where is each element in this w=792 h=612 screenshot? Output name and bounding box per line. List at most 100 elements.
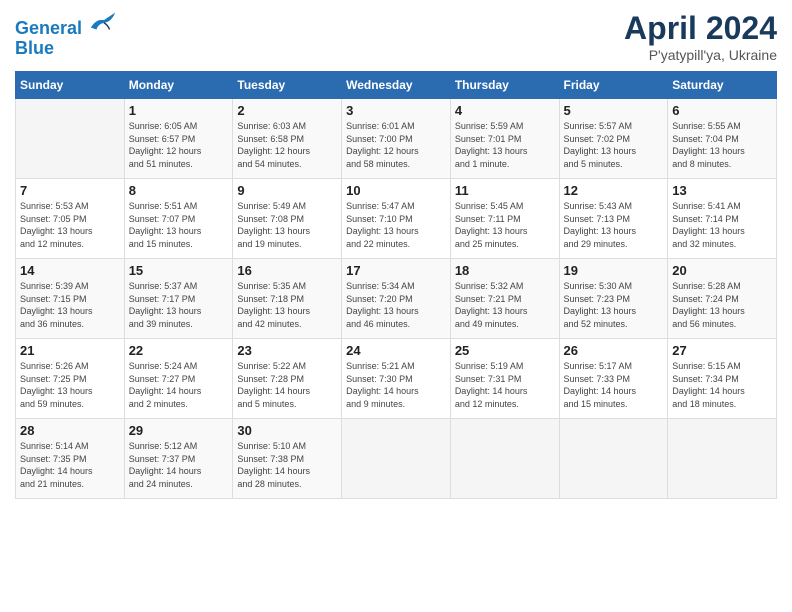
- day-number: 14: [20, 263, 120, 278]
- day-info: Sunrise: 5:32 AM Sunset: 7:21 PM Dayligh…: [455, 280, 555, 330]
- day-number: 29: [129, 423, 229, 438]
- day-cell: 3 Sunrise: 6:01 AM Sunset: 7:00 PM Daylig…: [342, 99, 451, 179]
- day-number: 25: [455, 343, 555, 358]
- day-cell: 9 Sunrise: 5:49 AM Sunset: 7:08 PM Daylig…: [233, 179, 342, 259]
- day-info: Sunrise: 5:57 AM Sunset: 7:02 PM Dayligh…: [564, 120, 664, 170]
- main-title: April 2024: [624, 10, 777, 47]
- day-cell: [450, 419, 559, 499]
- day-number: 12: [564, 183, 664, 198]
- day-number: 20: [672, 263, 772, 278]
- day-cell: 8 Sunrise: 5:51 AM Sunset: 7:07 PM Daylig…: [124, 179, 233, 259]
- week-row-2: 7Sunrise: 5:53 AM Sunset: 7:05 PM Daylig…: [16, 179, 777, 259]
- day-cell: 17 Sunrise: 5:34 AM Sunset: 7:20 PM Dayli…: [342, 259, 451, 339]
- day-number: 4: [455, 103, 555, 118]
- day-info: Sunrise: 5:15 AM Sunset: 7:34 PM Dayligh…: [672, 360, 772, 410]
- day-number: 27: [672, 343, 772, 358]
- day-number: 3: [346, 103, 446, 118]
- calendar-header-row: SundayMondayTuesdayWednesdayThursdayFrid…: [16, 72, 777, 99]
- day-info: Sunrise: 5:28 AM Sunset: 7:24 PM Dayligh…: [672, 280, 772, 330]
- day-cell: 18 Sunrise: 5:32 AM Sunset: 7:21 PM Dayli…: [450, 259, 559, 339]
- col-header-tuesday: Tuesday: [233, 72, 342, 99]
- day-info: Sunrise: 5:49 AM Sunset: 7:08 PM Dayligh…: [237, 200, 337, 250]
- day-cell: 16 Sunrise: 5:35 AM Sunset: 7:18 PM Dayli…: [233, 259, 342, 339]
- day-number: 26: [564, 343, 664, 358]
- day-info: Sunrise: 6:05 AM Sunset: 6:57 PM Dayligh…: [129, 120, 229, 170]
- day-cell: 22 Sunrise: 5:24 AM Sunset: 7:27 PM Dayli…: [124, 339, 233, 419]
- day-cell: 19 Sunrise: 5:30 AM Sunset: 7:23 PM Dayli…: [559, 259, 668, 339]
- day-cell: 28Sunrise: 5:14 AM Sunset: 7:35 PM Dayli…: [16, 419, 125, 499]
- day-number: 10: [346, 183, 446, 198]
- day-cell: 14 Sunrise: 5:39 AM Sunset: 7:15 PM Dayli…: [16, 259, 125, 339]
- day-info: Sunrise: 5:26 AM Sunset: 7:25 PM Dayligh…: [20, 360, 120, 410]
- day-info: Sunrise: 5:35 AM Sunset: 7:18 PM Dayligh…: [237, 280, 337, 330]
- day-cell: 7Sunrise: 5:53 AM Sunset: 7:05 PM Daylig…: [16, 179, 125, 259]
- logo-bird-icon: [89, 10, 117, 34]
- col-header-wednesday: Wednesday: [342, 72, 451, 99]
- day-number: 24: [346, 343, 446, 358]
- logo-text2: Blue: [15, 39, 117, 59]
- day-info: Sunrise: 5:39 AM Sunset: 7:15 PM Dayligh…: [20, 280, 120, 330]
- day-info: Sunrise: 5:21 AM Sunset: 7:30 PM Dayligh…: [346, 360, 446, 410]
- day-number: 17: [346, 263, 446, 278]
- week-row-3: 14 Sunrise: 5:39 AM Sunset: 7:15 PM Dayli…: [16, 259, 777, 339]
- day-cell: 1 Sunrise: 6:05 AM Sunset: 6:57 PM Daylig…: [124, 99, 233, 179]
- day-info: Sunrise: 5:34 AM Sunset: 7:20 PM Dayligh…: [346, 280, 446, 330]
- day-cell: 25 Sunrise: 5:19 AM Sunset: 7:31 PM Dayli…: [450, 339, 559, 419]
- col-header-friday: Friday: [559, 72, 668, 99]
- day-info: Sunrise: 5:37 AM Sunset: 7:17 PM Dayligh…: [129, 280, 229, 330]
- day-info: Sunrise: 5:51 AM Sunset: 7:07 PM Dayligh…: [129, 200, 229, 250]
- page-header: General Blue April 2024 P'yatypill'ya, U…: [15, 10, 777, 63]
- day-number: 8: [129, 183, 229, 198]
- day-info: Sunrise: 5:12 AM Sunset: 7:37 PM Dayligh…: [129, 440, 229, 490]
- day-cell: 30Sunrise: 5:10 AM Sunset: 7:38 PM Dayli…: [233, 419, 342, 499]
- day-cell: 20 Sunrise: 5:28 AM Sunset: 7:24 PM Dayli…: [668, 259, 777, 339]
- col-header-saturday: Saturday: [668, 72, 777, 99]
- calendar-body: 1 Sunrise: 6:05 AM Sunset: 6:57 PM Daylig…: [16, 99, 777, 499]
- week-row-4: 21Sunrise: 5:26 AM Sunset: 7:25 PM Dayli…: [16, 339, 777, 419]
- day-cell: [559, 419, 668, 499]
- day-number: 6: [672, 103, 772, 118]
- day-info: Sunrise: 5:41 AM Sunset: 7:14 PM Dayligh…: [672, 200, 772, 250]
- day-info: Sunrise: 5:45 AM Sunset: 7:11 PM Dayligh…: [455, 200, 555, 250]
- day-number: 23: [237, 343, 337, 358]
- day-number: 2: [237, 103, 337, 118]
- day-number: 11: [455, 183, 555, 198]
- day-cell: [668, 419, 777, 499]
- day-cell: 21Sunrise: 5:26 AM Sunset: 7:25 PM Dayli…: [16, 339, 125, 419]
- day-cell: 12Sunrise: 5:43 AM Sunset: 7:13 PM Dayli…: [559, 179, 668, 259]
- day-number: 22: [129, 343, 229, 358]
- day-cell: 27 Sunrise: 5:15 AM Sunset: 7:34 PM Dayli…: [668, 339, 777, 419]
- day-cell: 10Sunrise: 5:47 AM Sunset: 7:10 PM Dayli…: [342, 179, 451, 259]
- day-cell: 13 Sunrise: 5:41 AM Sunset: 7:14 PM Dayli…: [668, 179, 777, 259]
- day-cell: 11 Sunrise: 5:45 AM Sunset: 7:11 PM Dayli…: [450, 179, 559, 259]
- day-number: 5: [564, 103, 664, 118]
- title-block: April 2024 P'yatypill'ya, Ukraine: [624, 10, 777, 63]
- logo: General Blue: [15, 10, 117, 59]
- day-number: 7: [20, 183, 120, 198]
- day-cell: 2 Sunrise: 6:03 AM Sunset: 6:58 PM Daylig…: [233, 99, 342, 179]
- week-row-1: 1 Sunrise: 6:05 AM Sunset: 6:57 PM Daylig…: [16, 99, 777, 179]
- day-number: 1: [129, 103, 229, 118]
- day-info: Sunrise: 6:01 AM Sunset: 7:00 PM Dayligh…: [346, 120, 446, 170]
- day-cell: 26Sunrise: 5:17 AM Sunset: 7:33 PM Dayli…: [559, 339, 668, 419]
- day-cell: 23Sunrise: 5:22 AM Sunset: 7:28 PM Dayli…: [233, 339, 342, 419]
- day-cell: 6Sunrise: 5:55 AM Sunset: 7:04 PM Daylig…: [668, 99, 777, 179]
- day-number: 30: [237, 423, 337, 438]
- day-info: Sunrise: 5:30 AM Sunset: 7:23 PM Dayligh…: [564, 280, 664, 330]
- day-number: 9: [237, 183, 337, 198]
- day-number: 18: [455, 263, 555, 278]
- day-cell: 29 Sunrise: 5:12 AM Sunset: 7:37 PM Dayli…: [124, 419, 233, 499]
- logo-text: General: [15, 10, 117, 39]
- day-number: 15: [129, 263, 229, 278]
- day-number: 16: [237, 263, 337, 278]
- day-number: 13: [672, 183, 772, 198]
- col-header-monday: Monday: [124, 72, 233, 99]
- day-info: Sunrise: 5:59 AM Sunset: 7:01 PM Dayligh…: [455, 120, 555, 170]
- day-cell: 4 Sunrise: 5:59 AM Sunset: 7:01 PM Daylig…: [450, 99, 559, 179]
- subtitle: P'yatypill'ya, Ukraine: [624, 47, 777, 63]
- day-info: Sunrise: 6:03 AM Sunset: 6:58 PM Dayligh…: [237, 120, 337, 170]
- day-number: 19: [564, 263, 664, 278]
- day-info: Sunrise: 5:24 AM Sunset: 7:27 PM Dayligh…: [129, 360, 229, 410]
- day-info: Sunrise: 5:19 AM Sunset: 7:31 PM Dayligh…: [455, 360, 555, 410]
- day-cell: 5 Sunrise: 5:57 AM Sunset: 7:02 PM Daylig…: [559, 99, 668, 179]
